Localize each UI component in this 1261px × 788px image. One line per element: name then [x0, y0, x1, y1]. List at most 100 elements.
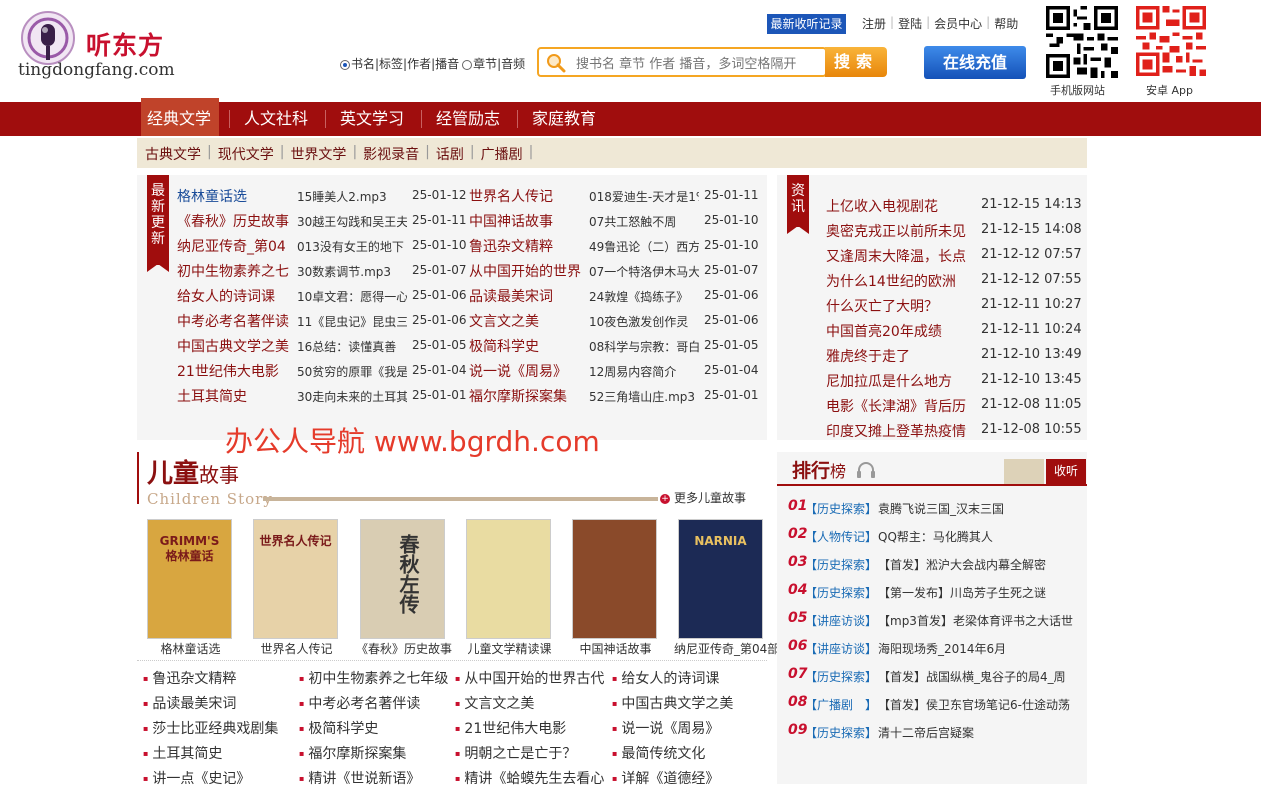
news-item-title[interactable]: 什么灭亡了大明？	[826, 296, 971, 316]
latest-item-episode[interactable]: 16总结：读懂真善	[297, 338, 407, 355]
news-item-title[interactable]: 雅虎终于走了	[826, 346, 971, 366]
member-center-link[interactable]: 会员中心	[934, 15, 982, 32]
latest-item-episode[interactable]: 49鲁迅论（二）西方	[589, 238, 699, 255]
book-cover[interactable]: NARNIA	[678, 519, 763, 639]
book-title[interactable]: 《春秋》历史故事	[356, 640, 452, 657]
latest-item-episode[interactable]: 15睡美人2.mp3	[297, 188, 407, 205]
book-cover[interactable]: 春秋左传	[360, 519, 445, 639]
ranking-title-link[interactable]: 【首发】战国纵横_鬼谷子的局4_周	[878, 668, 1083, 685]
news-item-title[interactable]: 尼加拉瓜是什么地方	[826, 371, 971, 391]
children-story-link[interactable]: 文言文之美	[455, 693, 534, 713]
news-item-title[interactable]: 为什么14世纪的欧洲	[826, 271, 971, 291]
book-cover[interactable]: GRIMM'S 格林童话	[147, 519, 232, 639]
nav-item-humanities[interactable]: 人文社科	[244, 102, 308, 136]
ranking-title-link[interactable]: 清十二帝后宫疑案	[878, 724, 1083, 741]
children-story-link[interactable]: 福尔摩斯探案集	[299, 743, 406, 763]
latest-item-episode[interactable]: 07一个特洛伊木马大	[589, 263, 699, 280]
ranking-category-link[interactable]: 【历史探索】	[805, 724, 877, 741]
radio-book-option[interactable]	[340, 59, 350, 70]
ranking-title-link[interactable]: 【mp3首发】老梁体育评书之大话世	[878, 612, 1083, 629]
ranking-title-link[interactable]: 【第一发布】川岛芳子生死之谜	[878, 584, 1083, 601]
nav-item-family-education[interactable]: 家庭教育	[532, 102, 596, 136]
login-link[interactable]: 登陆	[898, 15, 922, 32]
latest-item-title[interactable]: 福尔摩斯探案集	[469, 386, 584, 406]
latest-item-title[interactable]: 初中生物素养之七	[177, 261, 292, 281]
children-story-link[interactable]: 最简传统文化	[612, 743, 705, 763]
latest-item-episode[interactable]: 08科学与宗教：哥白	[589, 338, 699, 355]
children-story-link[interactable]: 初中生物素养之七年级	[299, 668, 448, 688]
ranking-title-link[interactable]: 袁腾飞说三国_汉末三国	[878, 500, 1083, 517]
search-button[interactable]: 搜索	[825, 47, 887, 77]
latest-item-episode[interactable]: 10夜色激发创作灵	[589, 313, 699, 330]
children-story-link[interactable]: 中国古典文学之美	[612, 693, 733, 713]
more-children-stories-link[interactable]: + 更多儿童故事	[660, 489, 746, 506]
latest-item-title[interactable]: 鲁迅杂文精粹	[469, 236, 584, 256]
ranking-category-link[interactable]: 【讲座访谈】	[805, 612, 877, 629]
logo-text[interactable]: 听东方	[86, 26, 164, 62]
latest-item-title[interactable]: 给女人的诗词课	[177, 286, 292, 306]
subnav-world[interactable]: 世界文学	[290, 144, 346, 164]
book-cover[interactable]	[466, 519, 551, 639]
latest-item-title[interactable]: 极简科学史	[469, 336, 584, 356]
children-story-link[interactable]: 讲一点《史记》	[143, 768, 250, 788]
nav-item-business[interactable]: 经管励志	[436, 102, 500, 136]
children-story-link[interactable]: 极简科学史	[299, 718, 378, 738]
book-title[interactable]: 格林童话选	[143, 640, 238, 657]
nav-item-english[interactable]: 英文学习	[340, 102, 404, 136]
help-link[interactable]: 帮助	[994, 15, 1018, 32]
online-recharge-button[interactable]: 在线充值	[924, 46, 1026, 79]
children-story-link[interactable]: 中考必考名著伴读	[299, 693, 420, 713]
latest-item-title[interactable]: 世界名人传记	[469, 186, 584, 206]
children-story-link[interactable]: 明朝之亡是亡于？	[455, 743, 576, 763]
latest-item-title[interactable]: 说一说《周易》	[469, 361, 584, 381]
nav-item-classic-literature[interactable]: 经典文学	[147, 102, 211, 136]
children-story-link[interactable]: 莎士比亚经典戏剧集	[143, 718, 278, 738]
latest-item-episode[interactable]: 30越王勾践和吴王夫	[297, 213, 407, 230]
ranking-category-link[interactable]: 【历史探索】	[805, 668, 877, 685]
search-input[interactable]	[574, 52, 826, 76]
ranking-title-link[interactable]: 【首发】侯卫东官场笔记6-仕途动荡	[878, 696, 1083, 713]
register-link[interactable]: 注册	[862, 15, 886, 32]
ranking-tab-listen[interactable]: 收听	[1046, 459, 1086, 484]
children-story-link[interactable]: 鲁迅杂文精粹	[143, 668, 236, 688]
children-story-link[interactable]: 从中国开始的世界古代	[455, 668, 604, 688]
latest-item-title[interactable]: 21世纪伟大电影	[177, 361, 292, 381]
book-title[interactable]: 中国神话故事	[568, 640, 663, 657]
subnav-drama[interactable]: 话剧	[436, 144, 464, 164]
children-story-link[interactable]: 说一说《周易》	[612, 718, 719, 738]
subnav-film-audio[interactable]: 影视录音	[363, 144, 419, 164]
book-title[interactable]: 儿童文学精读课	[462, 640, 557, 657]
latest-item-episode[interactable]: 52三角墙山庄.mp3	[589, 388, 699, 405]
radio-chapter-option[interactable]	[462, 59, 473, 70]
news-item-title[interactable]: 印度又摊上登革热疫情	[826, 421, 971, 441]
children-story-link[interactable]: 给女人的诗词课	[612, 668, 719, 688]
children-story-link[interactable]: 品读最美宋词	[143, 693, 236, 713]
latest-item-title[interactable]: 文言文之美	[469, 311, 584, 331]
radio-book-label[interactable]: 书名|标签|作者|播音	[351, 55, 459, 72]
ranking-category-link[interactable]: 【历史探索】	[805, 584, 877, 601]
ranking-title-link[interactable]: 海阳现场秀_2014年6月	[878, 640, 1083, 657]
recent-listening-button[interactable]: 最新收听记录	[767, 14, 846, 34]
latest-item-title[interactable]: 中考必考名著伴读	[177, 311, 292, 331]
ranking-title-link[interactable]: 【首发】淞沪大会战内幕全解密	[878, 556, 1083, 573]
news-item-title[interactable]: 电影《长津湖》背后历	[826, 396, 971, 416]
ranking-tab-inactive[interactable]	[1004, 459, 1044, 484]
latest-item-title[interactable]: 《春秋》历史故事	[177, 211, 292, 231]
news-item-title[interactable]: 上亿收入电视剧花	[826, 196, 971, 216]
latest-item-episode[interactable]: 30数素调节.mp3	[297, 263, 407, 280]
subnav-modern[interactable]: 现代文学	[218, 144, 274, 164]
latest-item-title[interactable]: 土耳其简史	[177, 386, 292, 406]
logo-domain[interactable]: tingdongfang.com	[18, 60, 175, 80]
latest-item-episode[interactable]: 12周易内容简介	[589, 363, 699, 380]
latest-item-title[interactable]: 纳尼亚传奇_第04	[177, 236, 292, 256]
ranking-category-link[interactable]: 【历史探索】	[805, 500, 877, 517]
ranking-category-link[interactable]: 【广播剧 】	[805, 696, 877, 713]
book-title[interactable]: 世界名人传记	[249, 640, 344, 657]
latest-item-episode[interactable]: 07共工怒触不周	[589, 213, 699, 230]
children-story-link[interactable]: 土耳其简史	[143, 743, 222, 763]
book-cover[interactable]	[572, 519, 657, 639]
latest-item-episode[interactable]: 013没有女王的地下	[297, 238, 407, 255]
latest-item-title[interactable]: 格林童话选	[177, 186, 292, 206]
latest-item-episode[interactable]: 11《昆虫记》昆虫三	[297, 313, 407, 330]
ranking-category-link[interactable]: 【人物传记】	[805, 528, 877, 545]
